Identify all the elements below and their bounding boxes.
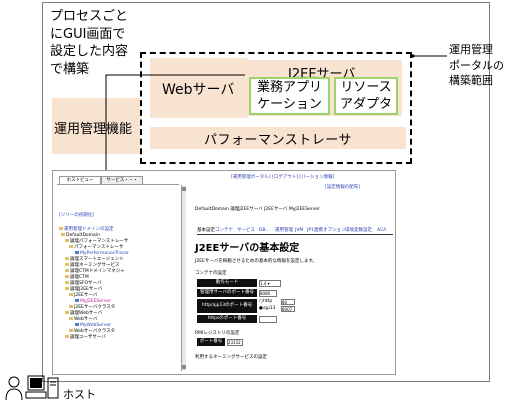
tree-item-sfo-server[interactable]: 論理SFOサーバ xyxy=(70,281,101,286)
folder-icon xyxy=(65,269,69,272)
container-heading: コンテナの設定 xyxy=(195,271,227,276)
tab-basic-settings[interactable]: 基本設定 xyxy=(197,228,215,234)
settings-tab-bar: 基本設定 コンテナ サービス DB... 運用管理 JVM JP1連携 オプショ… xyxy=(197,227,393,235)
mode-select[interactable]: 1.4 ▾ xyxy=(259,280,281,287)
caption-connector xyxy=(105,74,245,170)
tab-underline xyxy=(57,184,179,185)
tab-option[interactable]: オプション xyxy=(323,228,346,234)
http-port-input[interactable]: 80 xyxy=(281,299,295,305)
breadcrumb[interactable]: DefaultDomain 論理J2EEサーバ J2EEサーバ MyJ2EESe… xyxy=(195,207,320,213)
folder-icon xyxy=(69,317,73,320)
rmi-port-label: ポート番号 xyxy=(197,338,225,346)
tree-item-ctm[interactable]: 論理CTM xyxy=(70,275,89,280)
portal-screenshot: [運用管理ポータル] [ログアウト] [バージョン情報] [設定情報の配布] ホ… xyxy=(52,170,396,375)
tab-aca[interactable]: ACA xyxy=(377,228,386,234)
ajp13-radio[interactable]: ●ajp13 xyxy=(259,306,276,312)
folder-icon xyxy=(69,245,73,248)
server-icon xyxy=(75,323,79,326)
tree-item-smart-agent[interactable]: 論理スマートエージェント xyxy=(70,257,124,262)
tree-item-j2ee-server[interactable]: J2EEサーバ xyxy=(74,293,97,298)
tree-item-my-j2ee-server[interactable]: MyJ2EEServer xyxy=(80,299,111,304)
rmi-port-input[interactable]: 23152 xyxy=(227,339,243,346)
rmi-heading: RMIレジストリの設定 xyxy=(195,331,240,336)
folder-icon xyxy=(69,329,73,332)
tree-item-naming-service[interactable]: 論理ネーミングサービス xyxy=(70,263,120,268)
tree-item-j2ee-cluster[interactable]: J2EEサーバクラスタ xyxy=(74,305,115,310)
tree-item-logical-user-server[interactable]: 論理ユーザサーバ xyxy=(70,335,106,340)
host-label: ホスト xyxy=(63,388,96,401)
http-radio[interactable]: ○http xyxy=(259,299,272,305)
ajp13-port-input[interactable]: 8007 xyxy=(281,306,295,312)
folder-icon xyxy=(69,305,73,308)
admin-port-input[interactable]: 8080 xyxy=(259,290,277,297)
tree-item-my-web-server[interactable]: MyWebServer xyxy=(80,323,111,328)
folder-icon xyxy=(65,275,69,278)
https-port-input[interactable] xyxy=(259,316,277,323)
tree-item-domain-settings[interactable]: 運用管理ドメインの設定 xyxy=(64,227,114,232)
tree-item-logical-perf-tracer[interactable]: 論理パフォーマンストレーサ xyxy=(70,239,128,244)
mode-label: 動作モード xyxy=(197,279,257,287)
tree-item-my-perf-tracer[interactable]: MyPerformanceTracer xyxy=(80,251,129,256)
folder-icon xyxy=(65,335,69,338)
tab-operation[interactable]: 運用管理 xyxy=(275,228,293,234)
scroll-up-arrow[interactable] xyxy=(182,187,186,191)
tab-service[interactable]: サービス xyxy=(237,228,255,234)
folder-icon xyxy=(65,311,69,314)
tab-env-vars[interactable]: 環境変数設定 xyxy=(345,228,372,234)
tab-jvm[interactable]: JVM xyxy=(295,228,303,234)
naming-service-heading: 利用するネーミングサービスの設定 xyxy=(195,355,267,360)
folder-icon xyxy=(65,263,69,266)
tree-item-default-domain[interactable]: DefaultDomain xyxy=(66,233,100,238)
tab-jp1[interactable]: JP1連携 xyxy=(307,228,323,234)
tab-db[interactable]: DB... xyxy=(259,228,270,234)
http-port-label: http/ajp13のポート番号 xyxy=(197,299,257,313)
config-distribute-link[interactable]: [設定情報の配布] xyxy=(325,185,360,191)
host-computer-icon xyxy=(5,375,59,401)
server-icon xyxy=(75,251,79,254)
tab-container[interactable]: コンテナ xyxy=(215,228,233,234)
tree-init-link[interactable]: [ツリーの初期化] xyxy=(59,213,94,219)
leader-dot xyxy=(411,54,415,58)
top-links[interactable]: [運用管理ポータル] [ログアウト] [バージョン情報] xyxy=(231,175,334,181)
vertical-scrollbar[interactable] xyxy=(181,185,186,371)
admin-port-label: 管理用サーバのポート番号 xyxy=(197,289,257,297)
tree-item-logical-j2ee-server[interactable]: 論理J2EEサーバ xyxy=(70,287,102,292)
page-title: J2EEサーバの基本設定 xyxy=(195,243,300,254)
folder-icon xyxy=(65,239,69,242)
folder-icon xyxy=(65,257,69,260)
tree-item-ctm-domain-manager[interactable]: 論理CTMドメインマネジャ xyxy=(70,269,125,274)
https-port-label: httpsのポート番号 xyxy=(197,315,257,323)
folder-icon xyxy=(59,227,63,230)
page-description: J2EEサーバを稼動させるための基本的な情報を設定します。 xyxy=(195,259,317,264)
tree-item-web-cluster[interactable]: Webサーバクラスタ xyxy=(74,329,115,334)
scroll-down-arrow[interactable] xyxy=(182,365,186,369)
folder-icon xyxy=(69,293,73,296)
tree-item-perf-tracer[interactable]: パフォーマンストレーサ xyxy=(74,245,123,250)
folder-icon xyxy=(65,287,69,290)
folder-icon xyxy=(65,281,69,284)
folder-icon xyxy=(61,233,65,236)
tree-item-web-server[interactable]: Webサーバ xyxy=(74,317,97,322)
server-icon xyxy=(75,299,79,302)
tree-item-logical-web-server[interactable]: 論理Webサーバ xyxy=(70,311,102,316)
